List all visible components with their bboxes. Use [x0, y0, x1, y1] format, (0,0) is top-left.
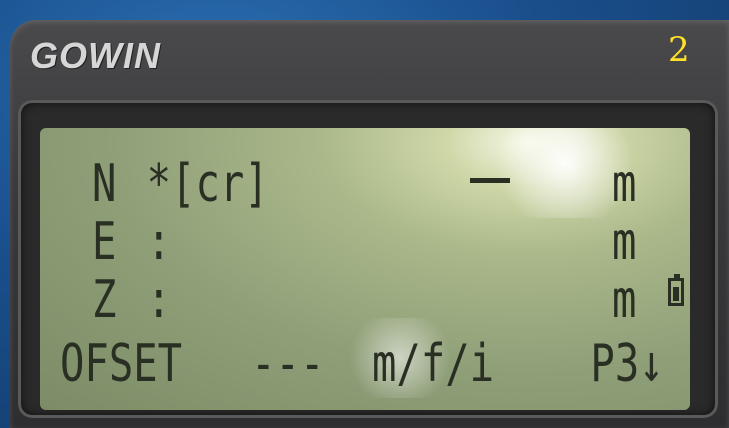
row-z-value: :: [146, 270, 172, 330]
row-n-label: N: [92, 154, 117, 214]
lcd-screen: N *[cr] E : Z : m m m OFSET --- m/f/i P3…: [40, 128, 690, 410]
cursor-dash: [470, 178, 510, 183]
row-n-unit: m: [612, 154, 637, 214]
row-e-value: :: [146, 212, 172, 272]
row-z-unit: m: [612, 270, 637, 330]
row-n-value: *[cr]: [146, 154, 269, 214]
softkey-f4[interactable]: P3↓: [590, 338, 663, 390]
page-indicator: 2: [668, 30, 690, 70]
row-e-unit: m: [612, 212, 637, 272]
row-e-label: E: [92, 212, 117, 272]
softkey-f3[interactable]: m/f/i: [372, 338, 494, 390]
softkey-f2[interactable]: ---: [251, 338, 324, 390]
row-z-label: Z: [92, 270, 117, 330]
brand-logo: GOWIN: [30, 35, 161, 76]
battery-icon: [668, 274, 684, 306]
softkey-f1[interactable]: OFSET: [60, 338, 182, 390]
